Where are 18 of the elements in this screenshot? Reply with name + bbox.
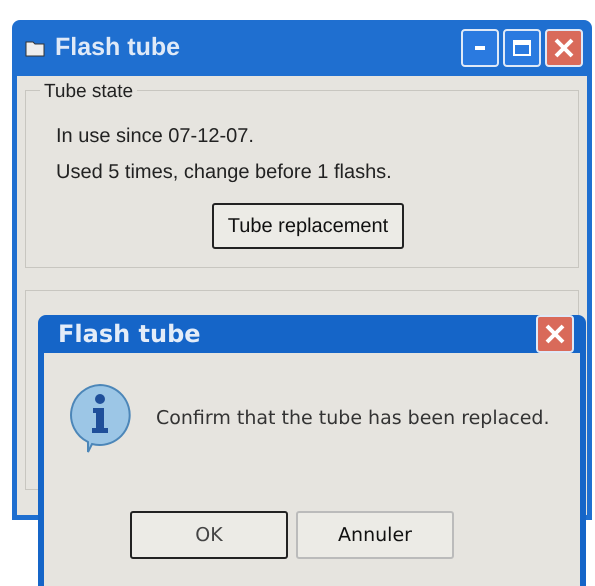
close-icon <box>544 323 566 345</box>
dialog-title: Flash tube <box>58 319 202 350</box>
maximize-button[interactable] <box>503 29 541 67</box>
dialog-button[interactable]: OK <box>130 511 288 559</box>
folder-icon <box>25 39 45 57</box>
status-text: Used 5 times, change before 1 flashs. <box>56 160 393 185</box>
close-icon <box>554 38 574 58</box>
minimize-button[interactable] <box>461 29 499 67</box>
info-icon <box>68 383 132 453</box>
close-button[interactable] <box>536 315 574 353</box>
message-text: Confirm that the tube has been replaced. <box>156 406 550 431</box>
tube-replacement-button[interactable]: Tube replacement <box>212 203 404 249</box>
dialog-button[interactable]: Annuler <box>296 511 454 559</box>
maximize-icon <box>513 40 531 56</box>
minimize-icon <box>475 46 485 50</box>
status-text: In use since 07-12-07. <box>56 124 255 149</box>
window-title: Flash tube <box>55 32 182 64</box>
close-button[interactable] <box>545 29 583 67</box>
